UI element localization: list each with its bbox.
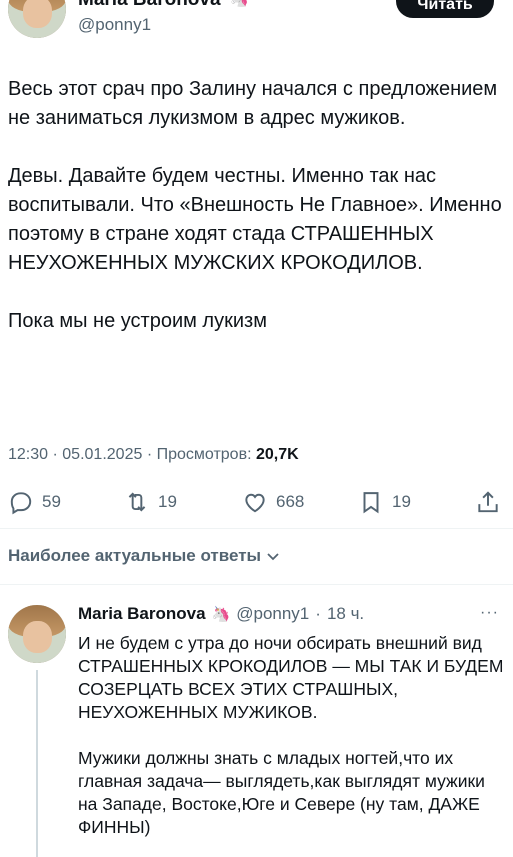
author-handle[interactable]: @ponny1 [78,15,151,35]
repost-button[interactable]: 19 [124,484,177,520]
tweet-meta: 12:30 · 05.01.2025 · Просмотров: 20,7K [8,446,299,464]
chevron-down-icon [267,553,279,561]
meta-separator: · [52,446,58,463]
bookmark-icon [363,492,379,514]
reply-button[interactable]: 59 [8,484,61,520]
tweet-paragraph: Весь этот срач про Залину начался с пред… [8,78,503,129]
author-name[interactable]: Maria Baronova [78,0,221,11]
action-bar: 59 19 668 19 [0,484,513,520]
repost-count: 19 [158,492,177,511]
share-icon [478,491,498,513]
views-count[interactable]: 20,7K [256,446,299,463]
tweet-page: Maria Baronova 🦄 @ponny1 Читать Весь это… [0,0,513,857]
reply-avatar[interactable] [8,605,66,663]
reply-age[interactable]: 18 ч. [327,604,364,624]
reply-text: И не будем с утра до ночи обсирать внешн… [78,632,508,839]
meta-separator: · [315,604,321,623]
like-count: 668 [276,492,305,511]
reply-paragraph: Мужики должны знать с младых ногтей,что … [78,748,485,837]
views-label: Просмотров: [156,446,252,463]
author-avatar[interactable] [8,0,66,38]
repost-icon [128,492,146,512]
reply-count: 59 [42,492,61,511]
like-icon [245,493,265,513]
meta-separator: · [146,446,153,463]
reply-icon [10,492,32,515]
tweet-date[interactable]: 05.01.2025 [62,446,142,463]
tweet-paragraph: Девы. Давайте будем честны. Именно так н… [8,165,508,274]
reply-header: Maria Baronova 🦄 @ponny1 · 18 ч. [78,604,364,624]
more-options-icon[interactable]: ··· [480,604,499,622]
reply-author-name[interactable]: Maria Baronova [78,604,206,624]
unicorn-emoji: 🦄 [211,606,231,623]
divider [0,528,513,529]
replies-sort-selector[interactable]: Наиболее актуальные ответы [8,546,281,566]
reply-paragraph: И не будем с утра до ночи обсирать внешн… [78,633,504,722]
tweet-header: Maria Baronova 🦄 @ponny1 Читать [0,0,513,48]
share-button[interactable] [475,484,501,520]
tweet-text: Весь этот срач про Залину начался с пред… [8,75,504,336]
sort-label: Наиболее актуальные ответы [8,546,262,565]
tweet-paragraph: Пока мы не устроим лукизм [8,310,267,332]
like-button[interactable]: 668 [242,484,304,520]
unicorn-emoji: 🦄 [230,0,249,8]
follow-button[interactable]: Читать [396,0,494,18]
thread-line [36,670,38,857]
reply-author-handle[interactable]: @ponny1 [236,604,309,624]
divider [0,584,513,585]
bookmark-button[interactable]: 19 [358,484,411,520]
tweet-time[interactable]: 12:30 [8,446,48,463]
bookmark-count: 19 [392,492,411,511]
